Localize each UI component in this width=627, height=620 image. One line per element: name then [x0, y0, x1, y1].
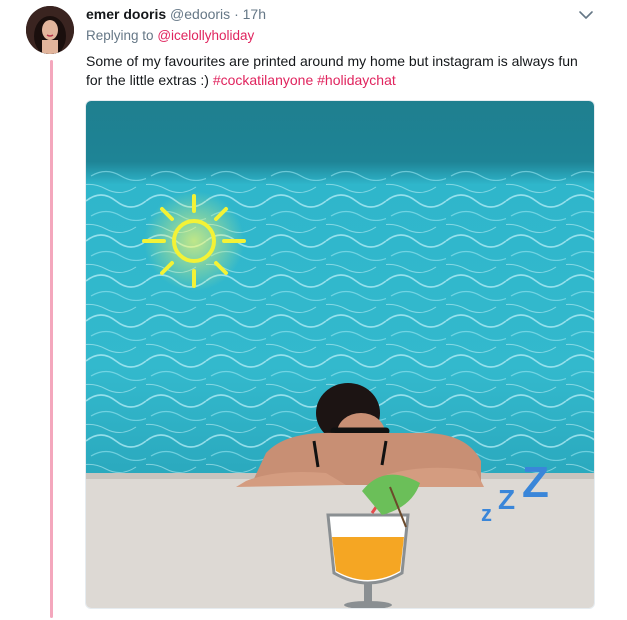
svg-text:Z: Z [522, 458, 549, 507]
hashtag-link[interactable]: #cockatilanyone [213, 72, 313, 88]
author-handle[interactable]: @edooris [170, 6, 230, 22]
reply-mention-link[interactable]: @icelollyholiday [157, 28, 254, 43]
tweet-header: emer dooris @edooris · 17h [86, 6, 607, 26]
tweet-text: Some of my favourites are printed around… [86, 52, 596, 90]
replying-to-line: Replying to @icelollyholiday [86, 28, 254, 43]
avatar[interactable] [26, 6, 74, 54]
svg-text:z: z [481, 501, 492, 526]
thread-connector-line [50, 60, 53, 618]
author-name[interactable]: emer dooris [86, 6, 166, 22]
separator-dot: · [234, 6, 239, 22]
tweet-timestamp[interactable]: 17h [243, 6, 266, 22]
tweet-photo[interactable]: z Z Z [85, 100, 595, 609]
chevron-down-icon[interactable] [578, 8, 594, 22]
avatar-image [26, 6, 74, 54]
sun-sticker [142, 191, 246, 291]
replying-prefix: Replying to [86, 28, 154, 43]
pool-photo: z Z Z [86, 101, 594, 608]
hashtag-link[interactable]: #holidaychat [317, 72, 396, 88]
svg-text:Z: Z [498, 484, 515, 515]
